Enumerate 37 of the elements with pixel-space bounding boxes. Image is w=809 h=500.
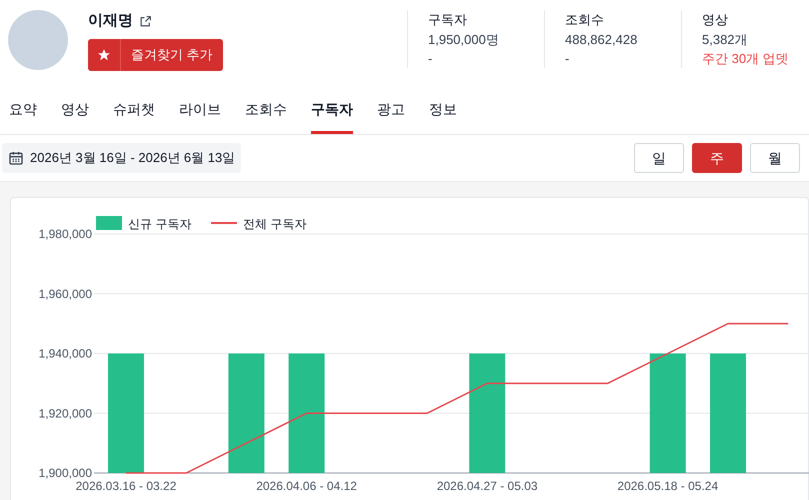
stat-value: 488,862,428 (565, 30, 638, 48)
star-icon (96, 48, 111, 62)
external-link-icon[interactable] (138, 14, 152, 28)
tab[interactable]: 구독자 (311, 99, 353, 134)
channel-name: 이재명 (88, 11, 133, 31)
tab[interactable]: 광고 (377, 99, 405, 134)
y-axis-label: 1,980,000 (38, 227, 92, 241)
date-range-picker[interactable]: 2026년 3월 16일 - 2026년 6월 13일 (2, 143, 242, 173)
y-axis-label: 1,940,000 (38, 346, 92, 360)
tab[interactable]: 영상 (61, 99, 89, 134)
tab[interactable]: 요약 (9, 99, 37, 134)
legend-label: 신규 구독자 (128, 217, 192, 231)
y-axis-label: 1,920,000 (38, 406, 92, 420)
tab[interactable]: 슈퍼챗 (113, 99, 155, 134)
stat-label: 구독자 (428, 11, 468, 29)
period-button[interactable]: 월 (750, 143, 800, 173)
tab[interactable]: 조회수 (245, 99, 287, 134)
stat-value: 1,950,000명 (428, 30, 500, 48)
tab[interactable]: 정보 (429, 99, 457, 134)
favorite-button[interactable]: 즐겨찾기 추가 (88, 38, 223, 70)
stat-label: 조회수 (565, 11, 605, 29)
stat-label: 영상 (702, 11, 729, 29)
x-axis-label: 2026.05.18 - 05.24 (617, 479, 718, 493)
x-axis-label: 2026.04.06 - 04.12 (256, 479, 357, 493)
period-button[interactable]: 주 (692, 143, 742, 173)
stat-value: 5,382개 (702, 30, 749, 48)
stat-change: - (565, 50, 570, 68)
y-axis-label: 1,900,000 (38, 466, 92, 480)
stat-change: 주간 30개 업뎃 (702, 50, 790, 68)
legend-label: 전체 구독자 (243, 217, 306, 231)
x-axis-label: 2026.04.27 - 05.03 (436, 479, 538, 493)
x-axis-label: 2026.03.16 - 03.22 (76, 479, 176, 493)
y-axis-label: 1,960,000 (38, 286, 92, 301)
tab[interactable]: 라이브 (179, 99, 221, 134)
stat-change: - (428, 50, 434, 68)
calendar-icon (8, 150, 24, 166)
period-button[interactable]: 일 (634, 143, 684, 173)
